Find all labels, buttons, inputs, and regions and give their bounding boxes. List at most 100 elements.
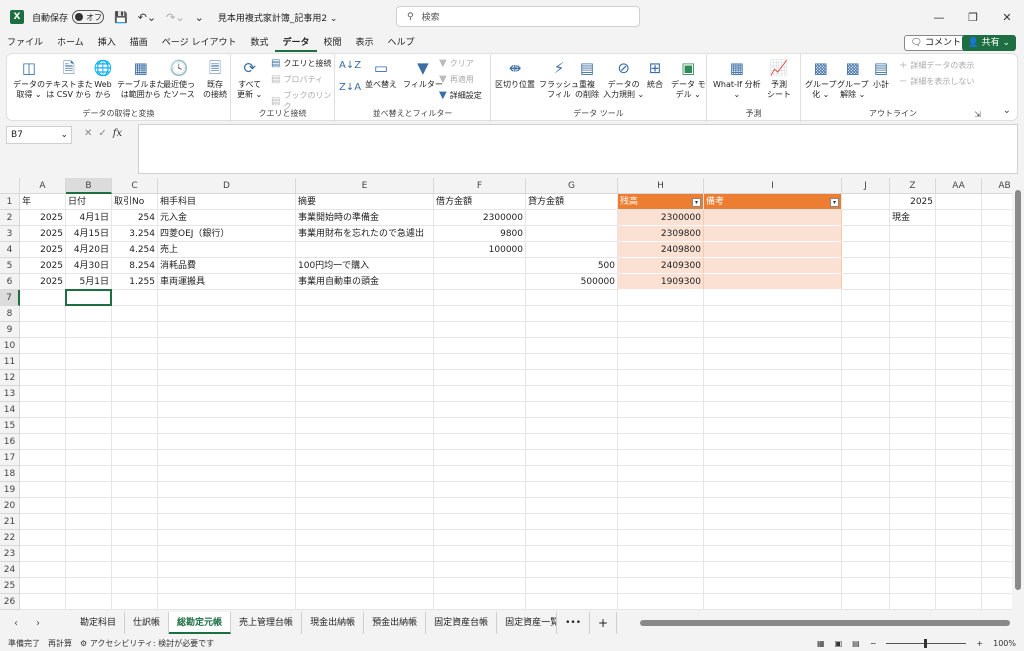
group-button[interactable]: ▩ グループ 化 ⌄ <box>805 58 837 100</box>
cell-c5[interactable]: 8.254 <box>112 258 158 274</box>
cell-a4[interactable]: 2025 <box>20 242 66 258</box>
cell-d11[interactable] <box>158 354 296 370</box>
sheet-tab-active[interactable]: 総勘定元帳 <box>169 612 232 634</box>
page-layout-view-icon[interactable]: ▣ <box>835 639 843 648</box>
cell-c7[interactable] <box>112 290 158 306</box>
cell-i25[interactable] <box>704 578 842 594</box>
cell-h7[interactable] <box>618 290 704 306</box>
cell-z11[interactable] <box>890 354 936 370</box>
tab-help[interactable]: ヘルプ <box>381 34 422 52</box>
sort-az-button[interactable]: A↓Z <box>339 60 361 71</box>
cell-d7[interactable] <box>158 290 296 306</box>
cell-b23[interactable] <box>66 546 112 562</box>
cell-d12[interactable] <box>158 370 296 386</box>
sort-za-button[interactable]: Z↓A <box>339 82 361 93</box>
cell-d25[interactable] <box>158 578 296 594</box>
row-header-22[interactable]: 22 <box>0 530 20 546</box>
cell-ab18[interactable] <box>982 466 1012 482</box>
minimize-icon[interactable]: — <box>922 0 956 34</box>
tab-file[interactable]: ファイル <box>0 34 50 52</box>
cell-c24[interactable] <box>112 562 158 578</box>
cell-f5[interactable] <box>434 258 526 274</box>
cell-i12[interactable] <box>704 370 842 386</box>
cell-aa22[interactable] <box>936 530 982 546</box>
cell-g9[interactable] <box>526 322 618 338</box>
cell-j1[interactable] <box>842 194 890 210</box>
column-header-z[interactable]: Z <box>890 178 936 194</box>
cell-h19[interactable] <box>618 482 704 498</box>
row-header-7[interactable]: 7 <box>0 290 20 306</box>
cell-ab26[interactable] <box>982 594 1012 610</box>
cell-i16[interactable] <box>704 434 842 450</box>
cell-a3[interactable]: 2025 <box>20 226 66 242</box>
cell-a14[interactable] <box>20 402 66 418</box>
cell-j7[interactable] <box>842 290 890 306</box>
cell-j23[interactable] <box>842 546 890 562</box>
cell-ab19[interactable] <box>982 482 1012 498</box>
cell-a22[interactable] <box>20 530 66 546</box>
cell-j16[interactable] <box>842 434 890 450</box>
cell-b11[interactable] <box>66 354 112 370</box>
vertical-scrollbar[interactable] <box>1012 178 1024 610</box>
next-sheet-icon[interactable]: › <box>36 618 40 629</box>
row-header-5[interactable]: 5 <box>0 258 20 274</box>
undo-icon[interactable]: ↶⌄ <box>138 11 156 24</box>
cell-ab16[interactable] <box>982 434 1012 450</box>
cell-c16[interactable] <box>112 434 158 450</box>
cell-d18[interactable] <box>158 466 296 482</box>
cell-c23[interactable] <box>112 546 158 562</box>
cell-c17[interactable] <box>112 450 158 466</box>
row-header-14[interactable]: 14 <box>0 402 20 418</box>
row-header-1[interactable]: 1 <box>0 194 20 210</box>
cell-e3[interactable]: 事業用財布を忘れたので急遽出 <box>296 226 434 242</box>
cell-e2[interactable]: 事業開始時の準備金 <box>296 210 434 226</box>
cell-j14[interactable] <box>842 402 890 418</box>
redo-icon[interactable]: ↷⌄ <box>166 11 184 24</box>
cell-g16[interactable] <box>526 434 618 450</box>
cell-i8[interactable] <box>704 306 842 322</box>
cell-z9[interactable] <box>890 322 936 338</box>
cell-ab17[interactable] <box>982 450 1012 466</box>
cell-h4[interactable]: 2409800 <box>618 242 704 258</box>
from-table-button[interactable]: ▦ テーブルまた は範囲から <box>117 58 165 100</box>
cell-g12[interactable] <box>526 370 618 386</box>
cell-b16[interactable] <box>66 434 112 450</box>
cell-c9[interactable] <box>112 322 158 338</box>
cell-z18[interactable] <box>890 466 936 482</box>
cell-c10[interactable] <box>112 338 158 354</box>
cell-i5[interactable] <box>704 258 842 274</box>
cell-b3[interactable]: 4月15日 <box>66 226 112 242</box>
cell-j24[interactable] <box>842 562 890 578</box>
cell-g4[interactable] <box>526 242 618 258</box>
cell-e19[interactable] <box>296 482 434 498</box>
cell-ab3[interactable] <box>982 226 1012 242</box>
cell-e5[interactable]: 100円均一で購入 <box>296 258 434 274</box>
cell-e10[interactable] <box>296 338 434 354</box>
cell-f19[interactable] <box>434 482 526 498</box>
row-header-13[interactable]: 13 <box>0 386 20 402</box>
cell-d3[interactable]: 四菱OEJ（銀行） <box>158 226 296 242</box>
cell-b15[interactable] <box>66 418 112 434</box>
cell-z25[interactable] <box>890 578 936 594</box>
sheet-tab[interactable]: 勘定科目 <box>72 612 126 634</box>
cell-j4[interactable] <box>842 242 890 258</box>
cell-h14[interactable] <box>618 402 704 418</box>
filter-dropdown-icon[interactable]: ▾ <box>830 198 839 207</box>
row-header-9[interactable]: 9 <box>0 322 20 338</box>
cell-ab22[interactable] <box>982 530 1012 546</box>
cell-h8[interactable] <box>618 306 704 322</box>
properties-button[interactable]: ▤ プロパティ <box>271 74 323 85</box>
hide-detail-button[interactable]: − 詳細を表示しない <box>899 76 974 87</box>
cell-a15[interactable] <box>20 418 66 434</box>
cell-i6[interactable] <box>704 274 842 290</box>
zoom-out-icon[interactable]: − <box>870 639 877 648</box>
tab-page-layout[interactable]: ページ レイアウト <box>155 34 244 52</box>
cell-e23[interactable] <box>296 546 434 562</box>
cell-c26[interactable] <box>112 594 158 610</box>
row-header-6[interactable]: 6 <box>0 274 20 290</box>
cell-z7[interactable] <box>890 290 936 306</box>
sheet-tab[interactable]: 固定資産台帳 <box>426 612 498 634</box>
cell-g23[interactable] <box>526 546 618 562</box>
cell-a5[interactable]: 2025 <box>20 258 66 274</box>
zoom-slider-knob[interactable] <box>924 639 928 648</box>
